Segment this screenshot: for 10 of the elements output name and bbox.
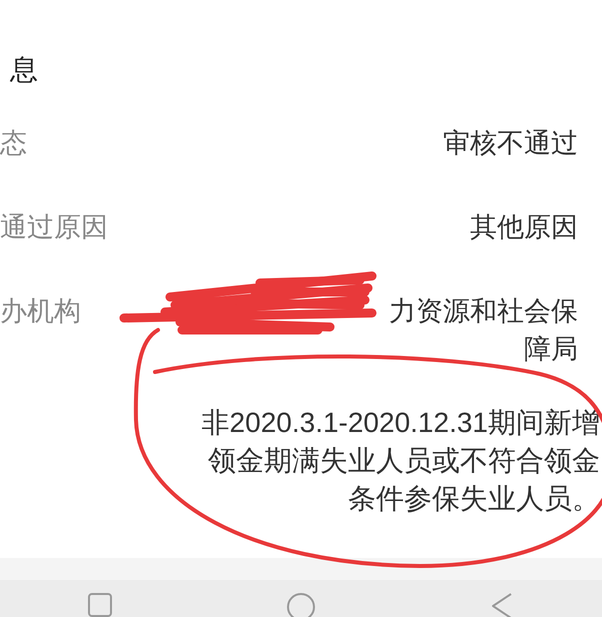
field-label: 办机构 — [0, 295, 81, 328]
field-value: 其他原因 — [469, 211, 578, 244]
home-icon[interactable] — [286, 592, 316, 617]
field-label: 态 — [0, 127, 27, 160]
note-text: 非2020.3.1-2020.12.31期间新增领金期满失业人员或不符合领金条件参保失业人员。 — [200, 406, 600, 516]
recent-apps-icon[interactable] — [86, 592, 113, 617]
section-title: 息 — [9, 53, 38, 87]
field-value: 审核不通过 — [442, 127, 578, 160]
field-label: 通过原因 — [0, 211, 108, 244]
field-value: 力资源和社会保障局 — [388, 295, 578, 366]
